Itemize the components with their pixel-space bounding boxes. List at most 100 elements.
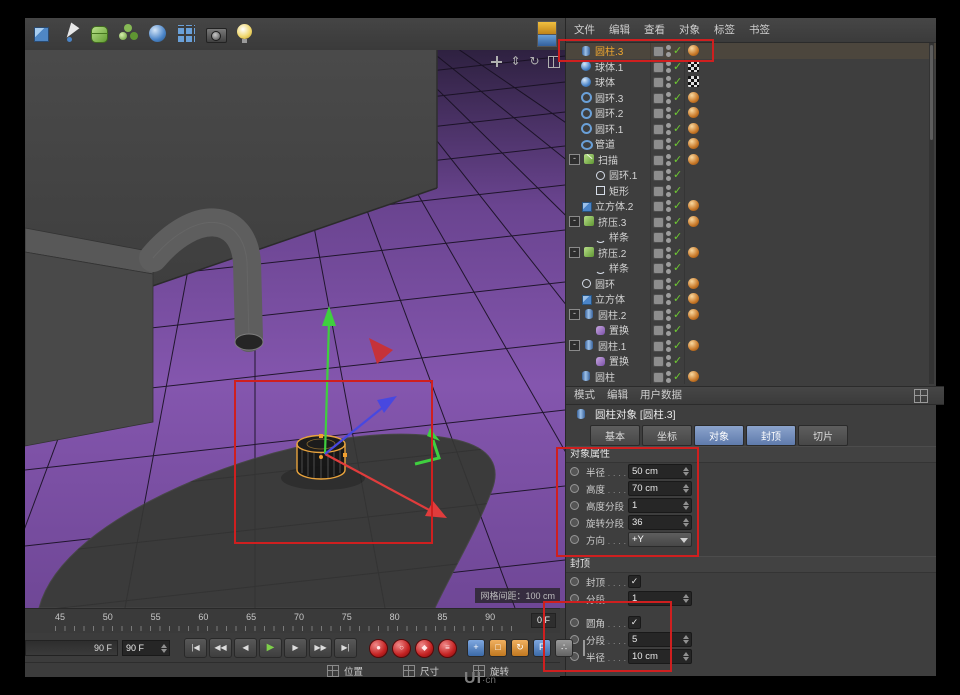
- visibility-toggle-icon[interactable]: [666, 216, 671, 228]
- om-menu-item[interactable]: 文件: [574, 18, 595, 42]
- rotate-icon[interactable]: ↻: [527, 54, 542, 69]
- visibility-toggle-icon[interactable]: [666, 371, 671, 383]
- material-tag-icon[interactable]: [688, 293, 699, 304]
- object-row[interactable]: 圆环✓: [566, 276, 936, 292]
- spinner-arrows-icon[interactable]: [681, 517, 690, 528]
- material-tag-icon[interactable]: [688, 371, 699, 382]
- array-icon[interactable]: [115, 20, 142, 47]
- enabled-check-icon[interactable]: ✓: [673, 354, 682, 367]
- expander-icon[interactable]: -: [569, 247, 580, 258]
- layer-badge[interactable]: [653, 217, 664, 228]
- visibility-toggle-icon[interactable]: [666, 324, 671, 336]
- layer-badge[interactable]: [653, 155, 664, 166]
- visibility-toggle-icon[interactable]: [666, 231, 671, 243]
- param-field[interactable]: 10 cm: [628, 649, 692, 664]
- param-field[interactable]: 1: [628, 498, 692, 513]
- keyframe-dot-icon[interactable]: [570, 484, 579, 493]
- material-tag-icon[interactable]: [688, 247, 699, 258]
- end-frame-spinner[interactable]: 90 F: [122, 640, 170, 656]
- play-button[interactable]: ▶: [259, 638, 282, 658]
- object-row[interactable]: -圆柱.1✓: [566, 338, 936, 354]
- next-frame-button[interactable]: ▶: [284, 638, 307, 658]
- object-row[interactable]: 球体.1✓: [566, 59, 936, 75]
- camera-icon[interactable]: [202, 20, 229, 47]
- prev-frame-button[interactable]: ◀: [234, 638, 257, 658]
- visibility-toggle-icon[interactable]: [666, 293, 671, 305]
- tab-coord[interactable]: 坐标: [642, 425, 692, 446]
- enabled-check-icon[interactable]: ✓: [673, 106, 682, 119]
- enabled-check-icon[interactable]: ✓: [673, 308, 682, 321]
- enabled-check-icon[interactable]: ✓: [673, 339, 682, 352]
- tab-basic[interactable]: 基本: [590, 425, 640, 446]
- enabled-check-icon[interactable]: ✓: [673, 75, 682, 88]
- object-manager-list[interactable]: 圆柱.3✓球体.1✓球体✓圆环.3✓圆环.2✓圆环.1✓管道✓-扫描✓圆环.1✓…: [566, 43, 936, 384]
- visibility-toggle-icon[interactable]: [666, 123, 671, 135]
- layer-badge[interactable]: [653, 356, 664, 367]
- texture-tag-icon[interactable]: [688, 61, 699, 72]
- param-checkbox[interactable]: ✓: [628, 575, 641, 588]
- material-tag-icon[interactable]: [688, 278, 699, 289]
- param-dropdown[interactable]: +Y: [628, 532, 692, 547]
- layer-badge[interactable]: [653, 139, 664, 150]
- timeline-ruler[interactable]: 0 F 45505560657075808590: [25, 608, 560, 633]
- visibility-toggle-icon[interactable]: [666, 107, 671, 119]
- spline-pen-icon[interactable]: [57, 20, 84, 47]
- goto-end-button[interactable]: ▶|: [334, 638, 357, 658]
- visibility-toggle-icon[interactable]: [666, 278, 671, 290]
- visibility-toggle-icon[interactable]: [666, 45, 671, 57]
- subdivision-surface-icon[interactable]: [86, 20, 113, 47]
- am-menu-item[interactable]: 编辑: [607, 387, 628, 404]
- enabled-check-icon[interactable]: ✓: [673, 323, 682, 336]
- visibility-toggle-icon[interactable]: [666, 154, 671, 166]
- visibility-toggle-icon[interactable]: [666, 309, 671, 321]
- record-options-button[interactable]: ≡: [438, 639, 457, 658]
- visibility-toggle-icon[interactable]: [666, 262, 671, 274]
- visibility-toggle-icon[interactable]: [666, 138, 671, 150]
- preview-range-slider[interactable]: 90 F: [25, 640, 118, 656]
- layer-badge[interactable]: [653, 372, 664, 383]
- layer-badge[interactable]: [653, 279, 664, 290]
- layer-badge[interactable]: [653, 294, 664, 305]
- viewport-3d[interactable]: ⇕↻ 网格间距：100 cm: [25, 50, 565, 608]
- instance-icon[interactable]: [173, 20, 200, 47]
- keyframe-dot-icon[interactable]: [570, 501, 579, 510]
- next-key-button[interactable]: ▶▶: [309, 638, 332, 658]
- toggle-view-icon[interactable]: [546, 54, 561, 69]
- layer-badge[interactable]: [653, 46, 664, 57]
- visibility-toggle-icon[interactable]: [666, 61, 671, 73]
- autokeying-button[interactable]: ○: [392, 639, 411, 658]
- keyframe-dot-icon[interactable]: [570, 618, 579, 627]
- spinner-arrows-icon[interactable]: [681, 593, 690, 604]
- material-tag-icon[interactable]: [688, 92, 699, 103]
- spinner-arrows-icon[interactable]: [681, 483, 690, 494]
- parameter-key-toggle[interactable]: P: [533, 639, 551, 657]
- prev-key-button[interactable]: ◀◀: [209, 638, 232, 658]
- enabled-check-icon[interactable]: ✓: [673, 91, 682, 104]
- object-row[interactable]: 样条✓: [566, 260, 936, 276]
- current-frame-field[interactable]: 0 F: [531, 613, 556, 628]
- spinner-arrows-icon[interactable]: [159, 642, 168, 654]
- enabled-check-icon[interactable]: ✓: [673, 277, 682, 290]
- param-field[interactable]: 1: [628, 591, 692, 606]
- visibility-toggle-icon[interactable]: [666, 340, 671, 352]
- tab-slice[interactable]: 切片: [798, 425, 848, 446]
- keyframe-selection-button[interactable]: ◆: [415, 639, 434, 658]
- expander-icon[interactable]: -: [569, 340, 580, 351]
- layer-badge[interactable]: [653, 93, 664, 104]
- param-checkbox[interactable]: ✓: [628, 616, 641, 629]
- visibility-toggle-icon[interactable]: [666, 169, 671, 181]
- object-row[interactable]: -挤压.2✓: [566, 245, 936, 261]
- param-field[interactable]: 70 cm: [628, 481, 692, 496]
- om-menu-item[interactable]: 标签: [714, 18, 735, 42]
- spinner-arrows-icon[interactable]: [681, 500, 690, 511]
- object-manager-scrollbar[interactable]: [929, 43, 934, 384]
- layer-badge[interactable]: [653, 263, 664, 274]
- goto-start-button[interactable]: |◀: [184, 638, 207, 658]
- material-tag-icon[interactable]: [688, 45, 699, 56]
- keyframe-dot-icon[interactable]: [570, 594, 579, 603]
- visibility-toggle-icon[interactable]: [666, 200, 671, 212]
- object-row[interactable]: 管道✓: [566, 136, 936, 152]
- om-menu-item[interactable]: 查看: [644, 18, 665, 42]
- scale-key-toggle[interactable]: □: [489, 639, 507, 657]
- object-row[interactable]: -挤压.3✓: [566, 214, 936, 230]
